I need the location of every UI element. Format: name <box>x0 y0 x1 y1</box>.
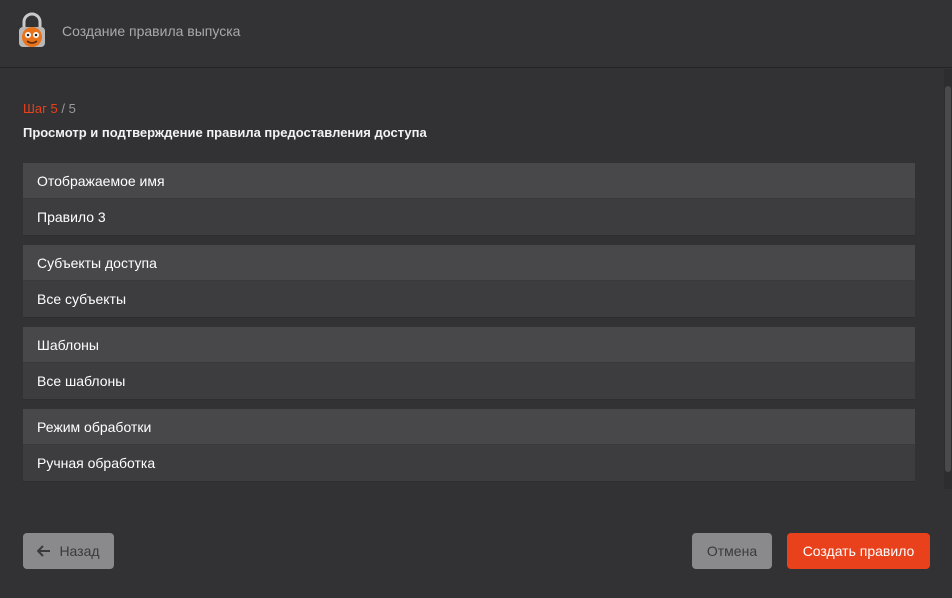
summary-section-templates: Шаблоны Все шаблоны <box>23 327 915 400</box>
step-current: Шаг 5 <box>23 101 58 116</box>
section-label: Режим обработки <box>23 409 915 445</box>
arrow-left-icon <box>37 534 51 557</box>
section-label: Отображаемое имя <box>23 163 915 199</box>
section-value: Ручная обработка <box>23 445 915 482</box>
summary-section-subjects: Субъекты доступа Все субъекты <box>23 245 915 318</box>
padlock-mascot-icon <box>14 12 50 50</box>
page-title: Создание правила выпуска <box>62 23 241 39</box>
create-rule-button[interactable]: Создать правило <box>787 533 930 569</box>
scrollbar-thumb[interactable] <box>945 86 951 472</box>
section-value: Все субъекты <box>23 281 915 318</box>
step-total: / 5 <box>61 101 76 116</box>
section-value: Правило 3 <box>23 199 915 236</box>
section-value: Все шаблоны <box>23 363 915 400</box>
app-header: Создание правила выпуска <box>0 0 952 68</box>
cancel-button[interactable]: Отмена <box>692 533 772 569</box>
section-label: Шаблоны <box>23 327 915 363</box>
back-button-label: Назад <box>59 543 100 559</box>
summary-section-processing-mode: Режим обработки Ручная обработка <box>23 409 915 482</box>
back-button[interactable]: Назад <box>23 533 114 569</box>
wizard-subtitle: Просмотр и подтверждение правила предост… <box>23 125 427 140</box>
section-label: Субъекты доступа <box>23 245 915 281</box>
step-indicator: Шаг 5 / 5 <box>23 101 76 116</box>
wizard-content: Шаг 5 / 5 Просмотр и подтверждение прави… <box>0 69 944 489</box>
summary-section-display-name: Отображаемое имя Правило 3 <box>23 163 915 236</box>
